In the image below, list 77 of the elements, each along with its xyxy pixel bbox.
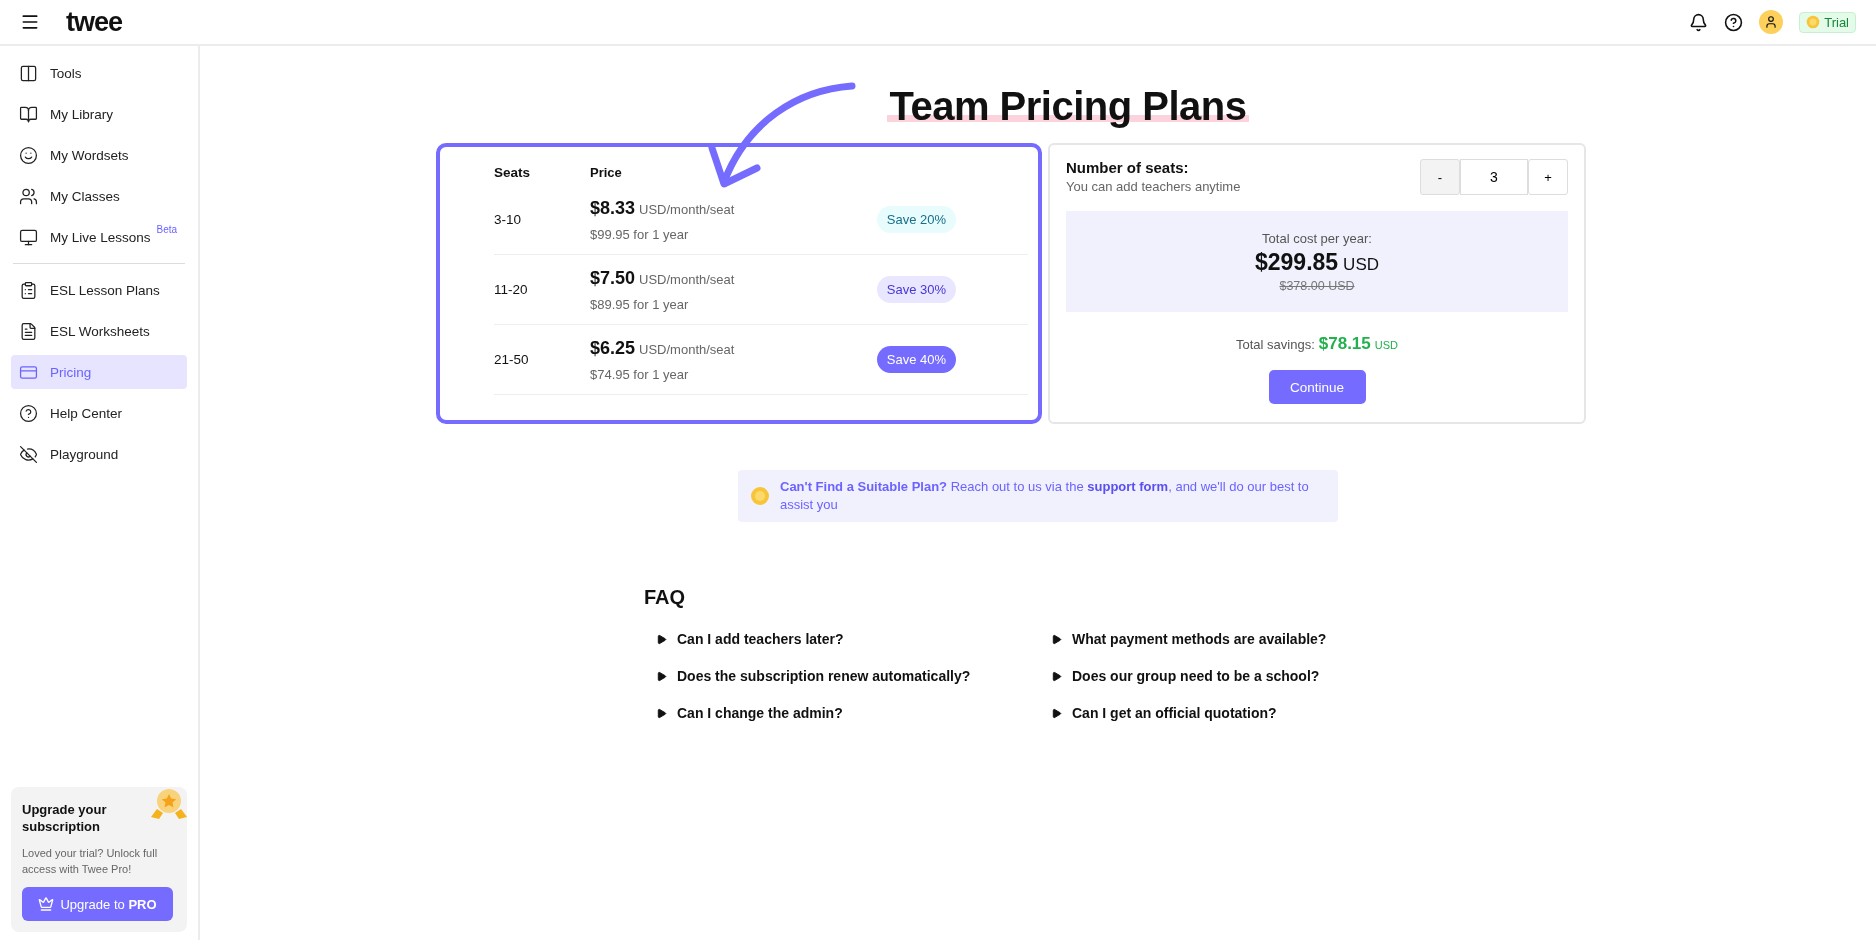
seats-range: 21-50	[494, 352, 530, 367]
seats-range: 3-10	[494, 212, 523, 227]
sidebar-item[interactable]: Help Center	[11, 396, 187, 430]
total-cost: $299.85	[1254, 248, 1339, 276]
sidebar-item[interactable]: Pricing	[11, 355, 187, 389]
seats-label: Number of seats:	[1066, 159, 1190, 176]
savings-amount: $78.15	[1318, 334, 1371, 354]
price-unit: USD/month/seat	[639, 341, 735, 357]
clipboard-icon	[19, 280, 38, 300]
logo[interactable]: twee	[66, 6, 123, 38]
decrement-button[interactable]: -	[1420, 159, 1460, 195]
column-header: Price	[590, 164, 622, 180]
play-icon	[1051, 633, 1062, 645]
banner-text: Can't Find a Suitable Plan? Reach out to us via the support form, and we'll do our best to assist you	[780, 478, 1310, 514]
price-unit: USD/month/seat	[639, 271, 735, 287]
price-unit: USD/month/seat	[639, 201, 735, 217]
sidebar-item[interactable]: ESL Worksheets	[11, 314, 187, 348]
price: $6.25	[590, 337, 636, 359]
faq-question[interactable]: Can I get an official quotation?	[1051, 705, 1441, 721]
savings-badge: Save 20%	[876, 206, 956, 233]
document-icon	[19, 321, 38, 341]
trial-badge[interactable]: Trial	[1799, 11, 1856, 33]
sidebar-item[interactable]: My Classes	[11, 179, 187, 213]
columns-icon	[19, 63, 38, 83]
seats-hint: You can add teachers anytime	[1066, 179, 1241, 194]
help-icon	[19, 403, 38, 423]
emoji-icon	[750, 486, 770, 506]
yearly-price: $99.95 for 1 year	[590, 226, 690, 242]
column-header: Seats	[494, 164, 532, 180]
faq-question[interactable]: What payment methods are available?	[1051, 631, 1441, 647]
play-icon	[656, 670, 667, 682]
increment-button[interactable]: +	[1528, 159, 1568, 195]
sidebar-item[interactable]: My Library	[11, 97, 187, 131]
seats-input[interactable]: 3	[1460, 159, 1528, 195]
savings-label: Total savings:	[1236, 337, 1315, 352]
faq-question[interactable]: Can I add teachers later?	[656, 631, 1051, 647]
smiley-icon	[19, 145, 38, 165]
play-icon	[1051, 707, 1062, 719]
menu-icon[interactable]	[20, 12, 40, 32]
yearly-price: $89.95 for 1 year	[590, 296, 690, 312]
upgrade-title: Upgrade your subscription	[22, 801, 108, 835]
faq-question[interactable]: Can I change the admin?	[656, 705, 1051, 721]
bell-icon[interactable]	[1689, 12, 1709, 32]
book-icon	[19, 104, 38, 124]
price: $8.33	[590, 197, 636, 219]
seats-range: 11-20	[494, 282, 529, 297]
sidebar-item[interactable]: ESL Lesson Plans	[11, 273, 187, 307]
avatar[interactable]	[1759, 10, 1784, 34]
savings-badge: Save 30%	[876, 276, 956, 303]
eye-off-icon	[19, 444, 38, 464]
faq-question[interactable]: Does our group need to be a school?	[1051, 668, 1441, 684]
savings-badge: Save 40%	[876, 346, 956, 373]
trial-label: Trial	[1824, 14, 1849, 30]
continue-button[interactable]: Continue	[1268, 370, 1366, 404]
faq-title: FAQ	[644, 586, 687, 609]
faq-question[interactable]: Does the subscription renew automatically?	[656, 668, 1051, 684]
upgrade-text: Loved your trial? Unlock full access with Twee Pro!	[22, 846, 159, 877]
play-icon	[656, 633, 667, 645]
crown-icon	[38, 896, 55, 912]
sidebar-item[interactable]: Tools	[11, 56, 187, 90]
savings-currency: USD	[1374, 339, 1398, 351]
yearly-price: $74.95 for 1 year	[590, 366, 690, 382]
emoji-icon	[1806, 15, 1821, 29]
original-cost: $378.00 USD	[1279, 278, 1355, 293]
currency: USD	[1343, 254, 1379, 275]
play-icon	[656, 707, 667, 719]
sidebar-item[interactable]: My Live Lessons $^{Beta}$	[11, 220, 187, 254]
sidebar-item[interactable]: Playground	[11, 437, 187, 471]
sidebar-item[interactable]: My Wordsets	[11, 138, 187, 172]
upgrade-button[interactable]: Upgrade to PRO	[22, 887, 173, 921]
cost-label: Total cost per year:	[1262, 230, 1372, 246]
help-icon[interactable]	[1724, 12, 1744, 32]
monitor-icon	[19, 227, 38, 247]
play-icon	[1051, 670, 1062, 682]
beta-label: Beta	[156, 224, 178, 235]
people-icon	[19, 186, 38, 206]
price: $7.50	[590, 267, 636, 289]
